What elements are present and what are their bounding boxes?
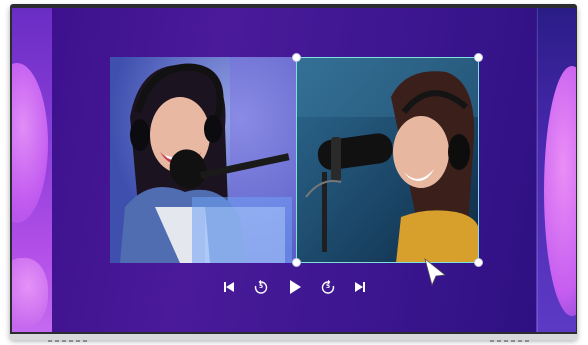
- podcaster-left-image: [110, 57, 296, 263]
- resize-handle-bottom-right[interactable]: [474, 258, 483, 267]
- forward-seconds-label: 5: [326, 283, 331, 290]
- mouse-pointer-icon: [424, 257, 447, 287]
- next-button[interactable]: [351, 278, 369, 296]
- left-blob-shape: [12, 63, 48, 223]
- resize-handle-top-left[interactable]: [292, 53, 301, 62]
- rewind-button[interactable]: 5: [252, 278, 270, 296]
- selection-box[interactable]: [292, 53, 483, 267]
- forward-button[interactable]: 5: [319, 278, 337, 296]
- bezel-ports-right: [490, 340, 529, 344]
- playback-controls: 5 5: [0, 278, 588, 296]
- bezel-ports-left: [48, 340, 87, 344]
- skip-next-icon: [355, 282, 365, 292]
- rewind-seconds-label: 5: [259, 283, 264, 290]
- resize-handle-bottom-left[interactable]: [292, 258, 301, 267]
- play-icon: [290, 280, 301, 294]
- resize-handle-top-right[interactable]: [474, 53, 483, 62]
- video-thumbnail-left[interactable]: [110, 57, 296, 263]
- skip-previous-icon: [224, 282, 234, 292]
- play-button[interactable]: [286, 278, 304, 296]
- previous-button[interactable]: [220, 278, 238, 296]
